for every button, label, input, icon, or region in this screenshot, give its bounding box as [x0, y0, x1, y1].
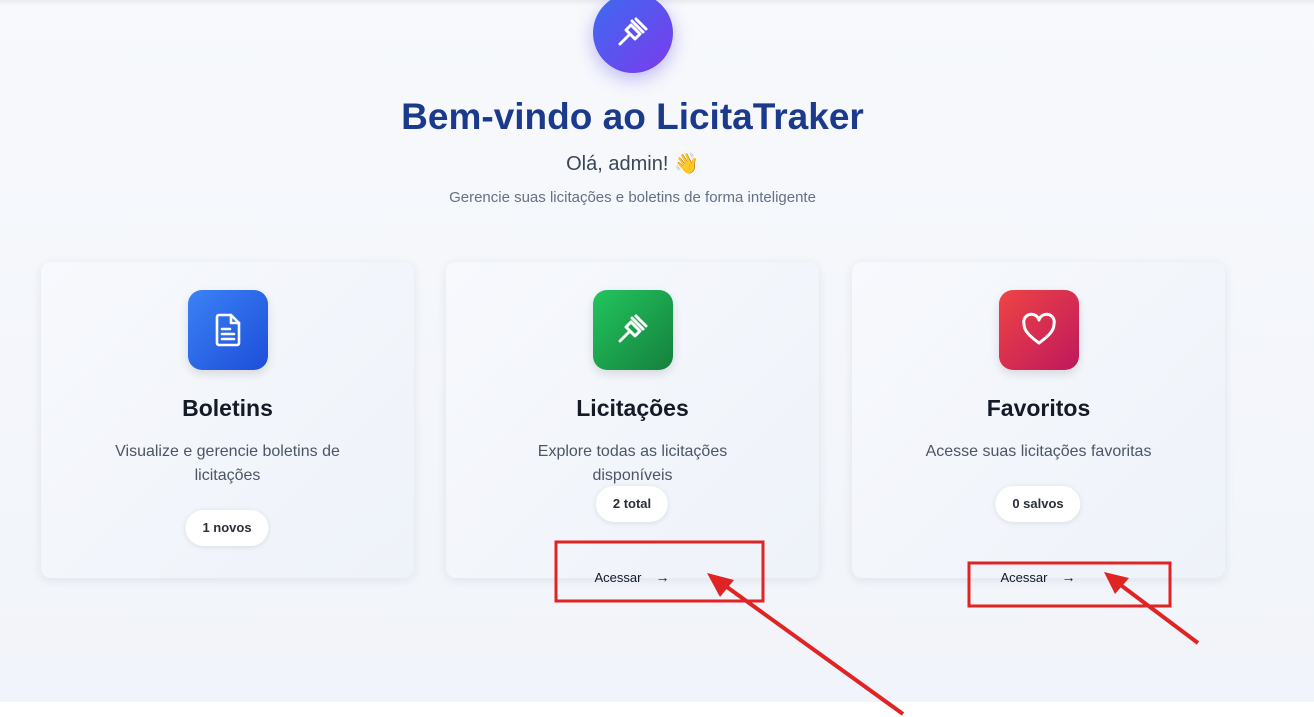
licitacoes-icon-tile	[593, 290, 673, 370]
card-title: Favoritos	[986, 395, 1091, 421]
boletins-icon-tile	[188, 290, 268, 370]
page-subtitle: Gerencie suas licitações e boletins de f…	[449, 189, 816, 206]
favoritos-icon-tile	[999, 290, 1079, 370]
gavel-icon	[618, 17, 648, 46]
card-count-badge: 2 total	[595, 486, 669, 522]
card-description: Visualize e gerencie boletins de licitaç…	[115, 443, 340, 484]
arrow-right-icon: →	[655, 569, 670, 585]
card-description: Acesse suas licitações favoritas	[925, 443, 1152, 460]
link-label: Acessar	[594, 570, 642, 585]
greeting-text: Olá, admin! 👋	[566, 153, 699, 175]
acessar-favoritos-link[interactable]: Acessar →	[1001, 569, 1076, 585]
link-label: Acessar	[1000, 570, 1048, 585]
card-licitacoes[interactable]: Licitações Explore todas as licitações d…	[446, 262, 819, 585]
card-boletins[interactable]: Boletins Visualize e gerencie boletins d…	[41, 262, 414, 578]
page-title: Bem-vindo ao LicitaTraker	[401, 96, 864, 137]
heart-icon	[1022, 312, 1056, 345]
card-title: Boletins	[182, 395, 273, 421]
card-count-badge: 1 novos	[185, 510, 269, 546]
document-icon	[215, 313, 241, 347]
gavel-icon	[618, 314, 648, 343]
card-favoritos[interactable]: Favoritos Acesse suas licitações favorit…	[852, 262, 1225, 585]
arrow-right-icon: →	[1061, 569, 1076, 585]
card-title: Licitações	[576, 395, 689, 421]
card-description: Explore todas as licitações disponíveis	[537, 443, 728, 484]
acessar-licitacoes-link[interactable]: Acessar →	[595, 569, 670, 585]
card-count-badge: 0 salvos	[995, 486, 1081, 522]
